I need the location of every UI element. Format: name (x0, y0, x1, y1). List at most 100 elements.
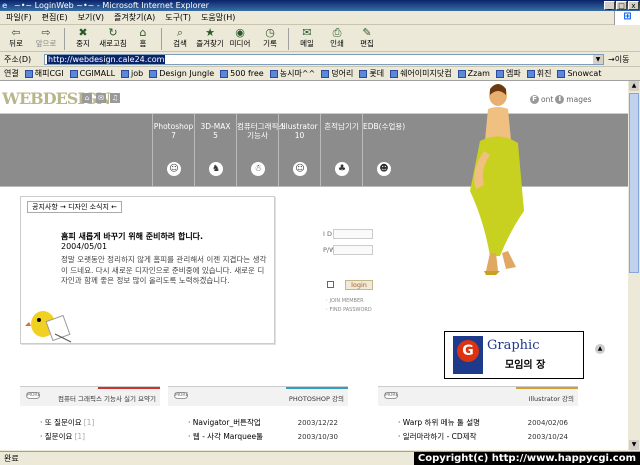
board-color-bar (516, 387, 578, 389)
graphic-banner[interactable]: G Graphic 모임의 장 (444, 331, 584, 379)
toolbar-label: 앞으로 (35, 39, 57, 48)
list-item[interactable]: · Warp 하위 메뉴 툴 설명 2004/02/06 (398, 416, 568, 430)
list-item[interactable]: · 질문이요 [1] (40, 430, 150, 444)
title-bar: e ~•~ LoginWeb ~•~ - Microsoft Internet … (0, 0, 640, 11)
more-button[interactable]: MORE (174, 392, 188, 399)
toolbar-media-button[interactable]: ◉ 미디어 (228, 26, 252, 48)
copyright-label: Copyright(c) http://www.happycgi.com (413, 452, 640, 465)
menu-file[interactable]: 파일(F) (6, 12, 32, 23)
list-item-title: · 웹 - 사각 Marquee툴 (188, 432, 264, 441)
link-item[interactable]: CGIMALL (69, 69, 116, 78)
toolbar-search-button[interactable]: ⌕ 검색 (168, 26, 192, 48)
board-list: · Warp 하위 메뉴 툴 설명 2004/02/06 · 일러마라하기 - CD… (398, 416, 568, 444)
link-item[interactable]: 쉐어이미지닷컴 (390, 68, 452, 79)
nav-tab-name: Photoshop (153, 122, 194, 131)
list-item[interactable]: · 일러마라하기 - CD제작 2003/10/24 (398, 430, 568, 444)
link-item[interactable]: 휘진 (526, 68, 551, 79)
scroll-top-icon[interactable]: ▲ (595, 344, 605, 354)
nav-tab[interactable]: Illustrator 10 ☺ (278, 114, 320, 186)
board-header: MORE PHOTOSHOP 강의 (168, 386, 348, 406)
list-item[interactable]: · 웹 - 사각 Marquee툴 2003/10/30 (188, 430, 338, 444)
toolbar-back-arrow-button[interactable]: ⇦ 뒤로 (4, 26, 28, 48)
maximize-button[interactable]: □ (616, 1, 627, 10)
notice-title[interactable]: 홈피 새롭게 바꾸기 위해 준비하려 합니다. 2004/05/01 (61, 232, 261, 252)
link-item[interactable]: 롯데 (359, 68, 384, 79)
nav-tab-name: EDB(수업용) (363, 122, 406, 131)
link-item[interactable]: job (121, 69, 143, 78)
toolbar-edit-button[interactable]: ✎ 편집 (355, 26, 379, 48)
nav-tab[interactable]: Photoshop 7 ☺ (152, 114, 194, 186)
scroll-down-icon[interactable]: ▼ (629, 440, 639, 450)
menu-favorites[interactable]: 즐겨찾기(A) (114, 12, 155, 23)
toolbar-stop-button[interactable]: ✖ 중지 (71, 26, 95, 48)
link-item[interactable]: Snowcat (557, 69, 601, 78)
nav-figure-icon: ☻ (377, 162, 391, 176)
remember-checkbox[interactable] (327, 281, 334, 288)
history-icon: ◷ (265, 26, 275, 39)
notice-tab[interactable]: 공지사항 → 디자인 소식지 ← (27, 201, 123, 213)
vertical-scrollbar[interactable]: ▲ ▼ (628, 81, 640, 450)
toolbar-home-button[interactable]: ⌂ 홈 (131, 26, 155, 48)
banner-title: Graphic (487, 338, 540, 353)
nav-tab[interactable]: 3D-MAX 5 ♞ (194, 114, 236, 186)
toolbar-refresh-button[interactable]: ↻ 새로고침 (99, 26, 127, 48)
toolbar-favorites-button[interactable]: ★ 즐겨찾기 (196, 26, 224, 48)
images-label: mages (566, 95, 592, 104)
menu-tools[interactable]: 도구(T) (165, 12, 191, 23)
toolbar-forward-arrow-button[interactable]: ⇨ 앞으로 (34, 26, 58, 48)
board-color-bar (286, 387, 348, 389)
menu-help[interactable]: 도움말(H) (201, 12, 235, 23)
menu-view[interactable]: 보기(V) (78, 12, 104, 23)
list-item-date: 2003/12/22 (297, 419, 338, 427)
scroll-up-icon[interactable]: ▲ (629, 81, 639, 91)
password-input[interactable] (333, 245, 373, 255)
find-password-link[interactable]: ◦ FIND PASSWORD (325, 307, 372, 313)
mail-icon[interactable]: ✉ (96, 93, 106, 103)
link-item[interactable]: 500 free (220, 69, 264, 78)
list-item[interactable]: · 또 질문이요 [1] (40, 416, 150, 430)
more-button[interactable]: MORE (384, 392, 398, 399)
nav-tab[interactable]: 흔적남기기 ♣ (320, 114, 362, 186)
favorites-icon: ★ (205, 26, 215, 39)
more-button[interactable]: MORE (26, 392, 40, 399)
link-page-icon (269, 69, 278, 78)
login-button[interactable]: login (345, 280, 373, 290)
board-box: MORE PHOTOSHOP 강의 · Navigator_버튼작업 2003/12/… (168, 386, 348, 450)
link-item[interactable]: Design Jungle (149, 69, 214, 78)
link-label: 엠파 (505, 69, 521, 78)
music-icon[interactable]: ♫ (110, 93, 120, 103)
link-page-icon (526, 69, 535, 78)
link-page-icon (321, 69, 330, 78)
notice-title-text: 홈피 새롭게 바꾸기 위해 준비하려 합니다. (61, 232, 204, 241)
toolbar-label: 메일 (300, 39, 314, 48)
close-button[interactable]: x (628, 1, 639, 10)
id-input[interactable] (333, 229, 373, 239)
nav-tab[interactable]: EDB(수업용) ☻ (362, 114, 406, 186)
ie-icon: e (2, 1, 8, 10)
link-item[interactable]: 농시마^^ (269, 68, 315, 79)
nav-tab[interactable]: 컴퓨터그래픽스 기능사 ☃ (236, 114, 285, 186)
address-input[interactable]: http://webdesign.cale24.com ▼ (44, 54, 604, 65)
home-icon[interactable]: ⌂ (82, 93, 92, 103)
font-images-link[interactable]: F ont I mages (530, 95, 591, 104)
scroll-thumb[interactable] (629, 93, 639, 273)
link-label: CGIMALL (79, 69, 116, 78)
print-icon: ⎙ (332, 26, 342, 39)
address-dropdown-icon[interactable]: ▼ (593, 55, 603, 64)
reply-count: [1] (83, 418, 95, 427)
link-item[interactable]: 해피CGI (24, 68, 64, 79)
notice-board: 공지사항 → 디자인 소식지 ← 홈피 새롭게 바꾸기 위해 준비하려 합니다.… (20, 196, 275, 344)
menu-edit[interactable]: 편집(E) (42, 12, 68, 23)
link-item[interactable]: 덩어리 (321, 68, 353, 79)
list-item[interactable]: · Navigator_버튼작업 2003/12/22 (188, 416, 338, 430)
link-item[interactable]: Zzam (457, 69, 490, 78)
minimize-button[interactable]: _ (604, 1, 615, 10)
toolbar-mail-button[interactable]: ✉ 메일 (295, 26, 319, 48)
toolbar-history-button[interactable]: ◷ 기록 (258, 26, 282, 48)
go-button[interactable]: →이동 (608, 54, 629, 65)
window-controls: _ □ x (604, 1, 639, 10)
link-item[interactable]: 엠파 (495, 68, 521, 79)
toolbar-print-button[interactable]: ⎙ 인쇄 (325, 26, 349, 48)
join-member-link[interactable]: ◦ JOIN MEMBER (325, 298, 364, 304)
back-arrow-icon: ⇦ (11, 26, 21, 39)
